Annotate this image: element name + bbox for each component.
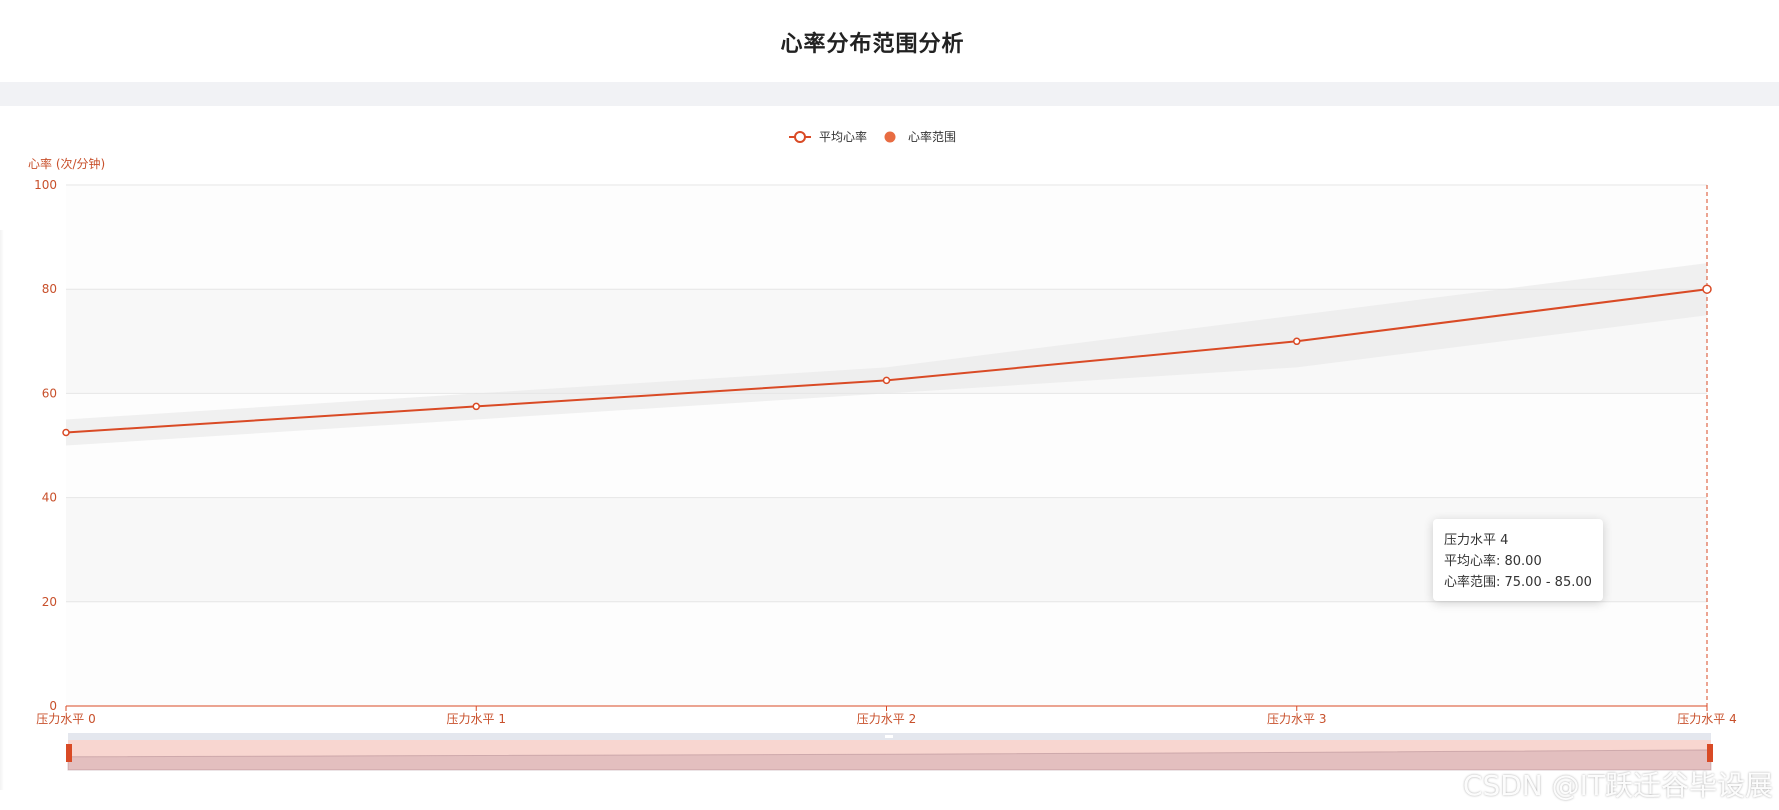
x-tick-label: 压力水平 1 bbox=[447, 712, 506, 726]
tooltip: 压力水平 4 平均心率: 80.00 心率范围: 75.00 - 85.00 bbox=[1433, 519, 1603, 601]
avg-data-point[interactable] bbox=[882, 376, 891, 385]
split-area bbox=[66, 185, 1707, 290]
x-tick-label: 压力水平 0 bbox=[36, 712, 95, 726]
legend-avg-marker bbox=[794, 131, 806, 143]
split-area bbox=[66, 601, 1707, 706]
y-tick-label: 80 bbox=[42, 282, 57, 296]
legend-range-label: 心率范围 bbox=[908, 129, 956, 144]
avg-data-point[interactable] bbox=[472, 402, 480, 411]
avg-data-point[interactable] bbox=[1702, 284, 1712, 294]
y-tick-label: 100 bbox=[34, 178, 57, 192]
chart-svg: 平均心率 心率范围 心率 (次/分钟) 0 20 40 60 80 100 压力水平 0 压力… bbox=[28, 129, 1737, 771]
legend-item-range[interactable]: 心率范围 bbox=[884, 129, 957, 144]
zoom-move-handle[interactable] bbox=[885, 735, 893, 738]
y-tick-label: 20 bbox=[42, 595, 57, 609]
y-tick-label: 60 bbox=[42, 386, 57, 400]
y-tick-label: 0 bbox=[49, 699, 57, 713]
x-tick-label: 压力水平 4 bbox=[1677, 712, 1736, 726]
avg-data-point[interactable] bbox=[1293, 337, 1301, 346]
tooltip-range: 心率范围: 75.00 - 85.00 bbox=[1444, 575, 1592, 590]
avg-data-point[interactable] bbox=[62, 428, 70, 437]
x-tick-label: 压力水平 3 bbox=[1267, 712, 1326, 726]
legend-avg-label: 平均心率 bbox=[819, 129, 867, 144]
tooltip-category: 压力水平 4 bbox=[1444, 533, 1509, 548]
tooltip-avg: 平均心率: 80.00 bbox=[1444, 554, 1542, 569]
zoom-left-handle[interactable] bbox=[66, 744, 72, 762]
legend[interactable]: 平均心率 心率范围 bbox=[789, 129, 956, 144]
x-tick-label: 压力水平 2 bbox=[857, 712, 916, 726]
grid-layer bbox=[66, 184, 1707, 706]
y-tick-label: 40 bbox=[42, 491, 57, 505]
legend-range-marker bbox=[884, 131, 896, 143]
y-axis-title: 心率 (次/分钟) bbox=[28, 156, 105, 171]
watermark: CSDN @IT跃迁谷毕设展 bbox=[1462, 769, 1773, 802]
page: 心率分布范围分析 平均心率 心率范围 心率 (次/分钟) 0 20 40 60 80 10… bbox=[0, 0, 1779, 810]
zoom-right-handle[interactable] bbox=[1707, 744, 1713, 762]
legend-item-avg[interactable]: 平均心率 bbox=[789, 129, 867, 144]
